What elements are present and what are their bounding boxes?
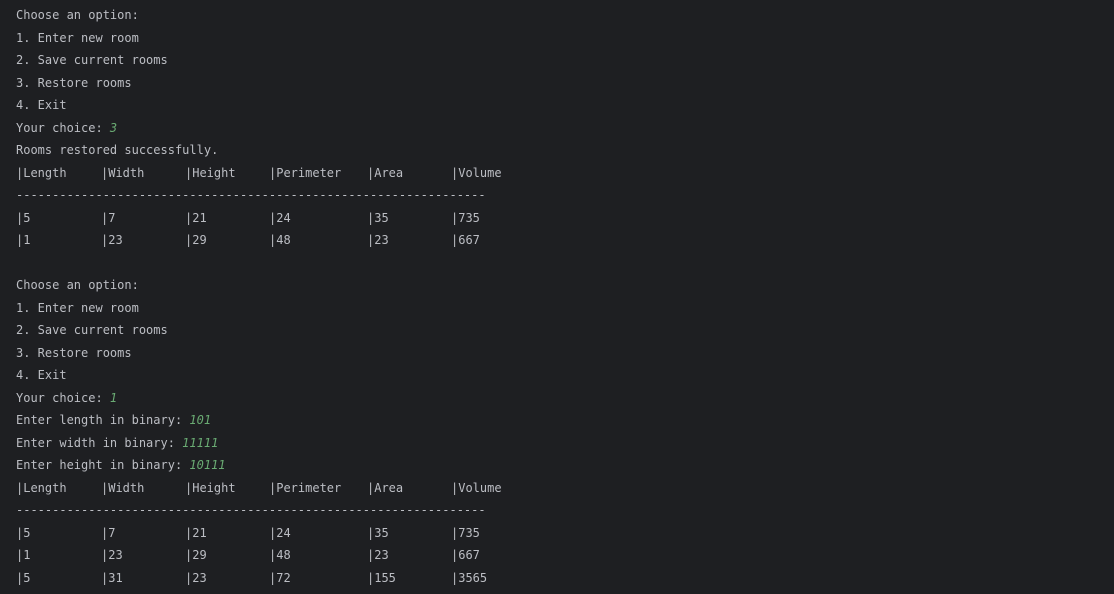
cell-area: |23 xyxy=(367,548,389,562)
cell-length: |5 xyxy=(16,525,31,540)
header-volume: |Volume xyxy=(451,165,502,180)
height-prompt-line: Enter height in binary: 10111 xyxy=(16,454,1096,477)
header-length: |Length xyxy=(16,480,67,495)
cell-perimeter: |48 xyxy=(269,548,291,562)
table-row: |5 |7 |21 |24 |35 |735 xyxy=(16,522,1096,545)
cell-volume: |667 xyxy=(451,233,480,247)
cell-area: |35 xyxy=(367,525,389,540)
cell-length: |1 xyxy=(16,233,31,247)
cell-length: |1 xyxy=(16,548,31,562)
cell-width: |31 xyxy=(101,570,123,585)
table-header: |Length |Width |Height |Perimeter |Area … xyxy=(16,477,1096,500)
cell-perimeter: |48 xyxy=(269,233,291,247)
header-volume: |Volume xyxy=(451,480,502,495)
cell-height: |23 xyxy=(185,570,207,585)
header-length: |Length xyxy=(16,165,67,180)
header-perimeter: |Perimeter xyxy=(269,165,342,180)
cell-area: |155 xyxy=(367,570,396,585)
cell-height: |21 xyxy=(185,525,207,540)
width-prompt: Enter width in binary: xyxy=(16,435,183,450)
table-row: |1 |23 |29 |48 |23 |667 xyxy=(16,544,1096,567)
cell-width: |7 xyxy=(101,210,116,225)
menu-item-enter-room: 1. Enter new room xyxy=(16,300,139,315)
cell-perimeter: |72 xyxy=(269,570,291,585)
menu-item-save-rooms: 2. Save current rooms xyxy=(16,53,168,67)
cell-width: |23 xyxy=(101,548,123,562)
height-input: 10111 xyxy=(189,458,226,472)
header-perimeter: |Perimeter xyxy=(269,480,342,495)
length-input: 101 xyxy=(189,413,212,427)
header-width: |Width xyxy=(101,165,145,180)
table-row: |5 |31 |23 |72 |155 |3565 xyxy=(16,567,1096,590)
header-area: |Area xyxy=(367,165,404,180)
header-height: |Height xyxy=(185,480,236,495)
table-row: |1 |23 |29 |48 |23 |667 xyxy=(16,229,1096,252)
menu-item-restore-rooms: 3. Restore rooms xyxy=(16,345,132,360)
choice-line: Your choice: 3 xyxy=(16,117,1096,140)
cell-volume: |667 xyxy=(451,548,480,562)
header-width: |Width xyxy=(101,480,145,495)
choice-input: 3 xyxy=(109,120,118,135)
length-prompt-line: Enter length in binary: 101 xyxy=(16,409,1096,432)
cell-length: |5 xyxy=(16,570,31,585)
cell-width: |23 xyxy=(101,233,123,247)
cell-width: |7 xyxy=(101,525,116,540)
cell-volume: |735 xyxy=(451,210,480,225)
length-prompt: Enter length in binary: xyxy=(16,413,190,427)
console-output[interactable]: Choose an option: 1. Enter new room 2. S… xyxy=(16,4,1096,589)
cell-length: |5 xyxy=(16,210,31,225)
width-input: 11111 xyxy=(182,435,219,450)
menu-item-exit: 4. Exit xyxy=(16,368,67,382)
choice-label: Your choice: xyxy=(16,120,110,135)
menu-prompt: Choose an option: xyxy=(16,8,139,22)
table-separator: ----------------------------------------… xyxy=(16,188,486,202)
choice-input: 1 xyxy=(109,390,118,405)
menu-item-restore-rooms: 3. Restore rooms xyxy=(16,75,132,90)
header-height: |Height xyxy=(185,165,236,180)
width-prompt-line: Enter width in binary: 11111 xyxy=(16,432,1096,455)
choice-line: Your choice: 1 xyxy=(16,387,1096,410)
cell-area: |23 xyxy=(367,233,389,247)
height-prompt: Enter height in binary: xyxy=(16,458,190,472)
menu-item-exit: 4. Exit xyxy=(16,98,67,112)
table-separator: ----------------------------------------… xyxy=(16,503,486,517)
status-message: Rooms restored successfully. xyxy=(16,143,219,157)
cell-area: |35 xyxy=(367,210,389,225)
cell-height: |29 xyxy=(185,548,207,562)
cell-height: |21 xyxy=(185,210,207,225)
cell-volume: |735 xyxy=(451,525,480,540)
cell-height: |29 xyxy=(185,233,207,247)
table-header: |Length |Width |Height |Perimeter |Area … xyxy=(16,162,1096,185)
table-row: |5 |7 |21 |24 |35 |735 xyxy=(16,207,1096,230)
choice-label: Your choice: xyxy=(16,390,110,405)
header-area: |Area xyxy=(367,480,404,495)
cell-perimeter: |24 xyxy=(269,210,291,225)
menu-item-save-rooms: 2. Save current rooms xyxy=(16,323,168,337)
cell-volume: |3565 xyxy=(451,570,488,585)
menu-prompt: Choose an option: xyxy=(16,278,139,292)
cell-perimeter: |24 xyxy=(269,525,291,540)
menu-item-enter-room: 1. Enter new room xyxy=(16,30,139,45)
